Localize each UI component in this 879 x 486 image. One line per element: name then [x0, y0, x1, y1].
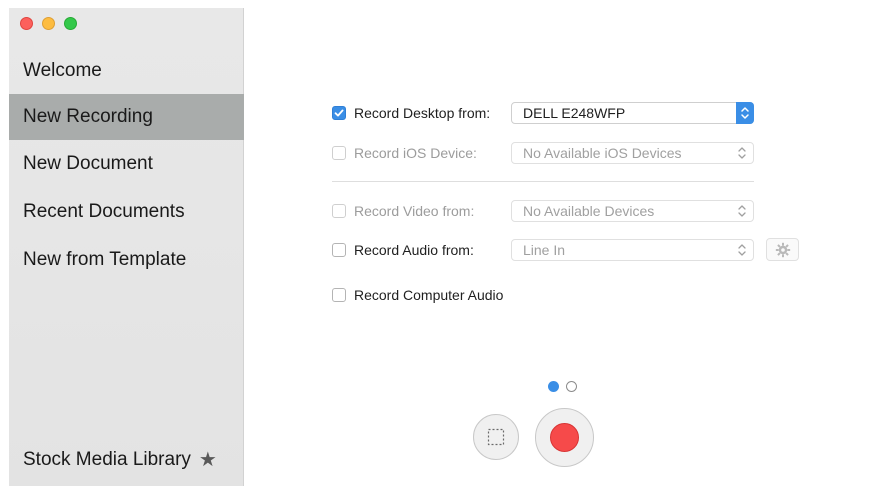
- chevron-updown-icon: [738, 147, 746, 159]
- sidebar: Welcome New Recording New Document Recen…: [9, 8, 244, 486]
- page-dot-2[interactable]: [566, 381, 577, 392]
- close-window-button[interactable]: [20, 17, 33, 30]
- stock-media-library-label: Stock Media Library: [23, 449, 191, 470]
- zoom-window-button[interactable]: [64, 17, 77, 30]
- record-audio-label: Record Audio from:: [354, 242, 474, 258]
- select-stepper: [736, 102, 754, 124]
- record-desktop-checkbox[interactable]: [332, 106, 346, 120]
- stock-media-library-button[interactable]: Stock Media Library ★: [23, 449, 217, 471]
- record-ios-label: Record iOS Device:: [354, 145, 477, 161]
- minimize-window-button[interactable]: [42, 17, 55, 30]
- page-indicator: [548, 381, 577, 392]
- record-video-select[interactable]: No Available Devices: [511, 200, 754, 222]
- record-video-value: No Available Devices: [523, 203, 655, 219]
- record-audio-value: Line In: [523, 242, 566, 258]
- sidebar-item-new-recording[interactable]: New Recording: [9, 94, 244, 140]
- chevron-updown-icon: [738, 205, 746, 217]
- record-button[interactable]: [535, 408, 594, 467]
- record-ios-row: Record iOS Device:: [332, 142, 477, 164]
- record-video-row: Record Video from:: [332, 200, 474, 222]
- record-computer-audio-label: Record Computer Audio: [354, 287, 504, 303]
- sidebar-item-recent-documents[interactable]: Recent Documents: [9, 189, 244, 235]
- sidebar-item-welcome[interactable]: Welcome: [9, 48, 244, 94]
- record-desktop-label: Record Desktop from:: [354, 105, 491, 121]
- record-desktop-value: DELL E248WFP: [523, 105, 626, 121]
- app-window: Welcome New Recording New Document Recen…: [0, 0, 879, 486]
- section-divider: [332, 181, 754, 182]
- record-audio-checkbox[interactable]: [332, 243, 346, 257]
- record-audio-select[interactable]: Line In: [511, 239, 754, 261]
- gear-icon: [775, 242, 790, 257]
- record-ios-select[interactable]: No Available iOS Devices: [511, 142, 754, 164]
- record-icon: [550, 423, 579, 452]
- record-video-checkbox[interactable]: [332, 204, 346, 218]
- record-computer-audio-row: Record Computer Audio: [332, 284, 503, 306]
- select-area-button[interactable]: [473, 414, 519, 460]
- star-icon: ★: [198, 449, 217, 471]
- chevron-updown-icon: [741, 107, 749, 119]
- record-desktop-select[interactable]: DELL E248WFP: [511, 102, 754, 124]
- record-ios-checkbox[interactable]: [332, 146, 346, 160]
- main-panel: Record Desktop from: DELL E248WFP Record…: [244, 0, 879, 486]
- record-audio-row: Record Audio from:: [332, 239, 474, 261]
- dashed-selection-icon: [487, 428, 505, 446]
- page-dot-1[interactable]: [548, 381, 559, 392]
- record-desktop-row: Record Desktop from:: [332, 102, 490, 124]
- audio-settings-button[interactable]: [766, 238, 799, 261]
- record-video-label: Record Video from:: [354, 203, 475, 219]
- sidebar-item-new-from-template[interactable]: New from Template: [9, 237, 244, 283]
- sidebar-item-new-document[interactable]: New Document: [9, 141, 244, 187]
- record-ios-value: No Available iOS Devices: [523, 145, 682, 161]
- record-computer-audio-checkbox[interactable]: [332, 288, 346, 302]
- chevron-updown-icon: [738, 244, 746, 256]
- window-controls: [20, 17, 77, 30]
